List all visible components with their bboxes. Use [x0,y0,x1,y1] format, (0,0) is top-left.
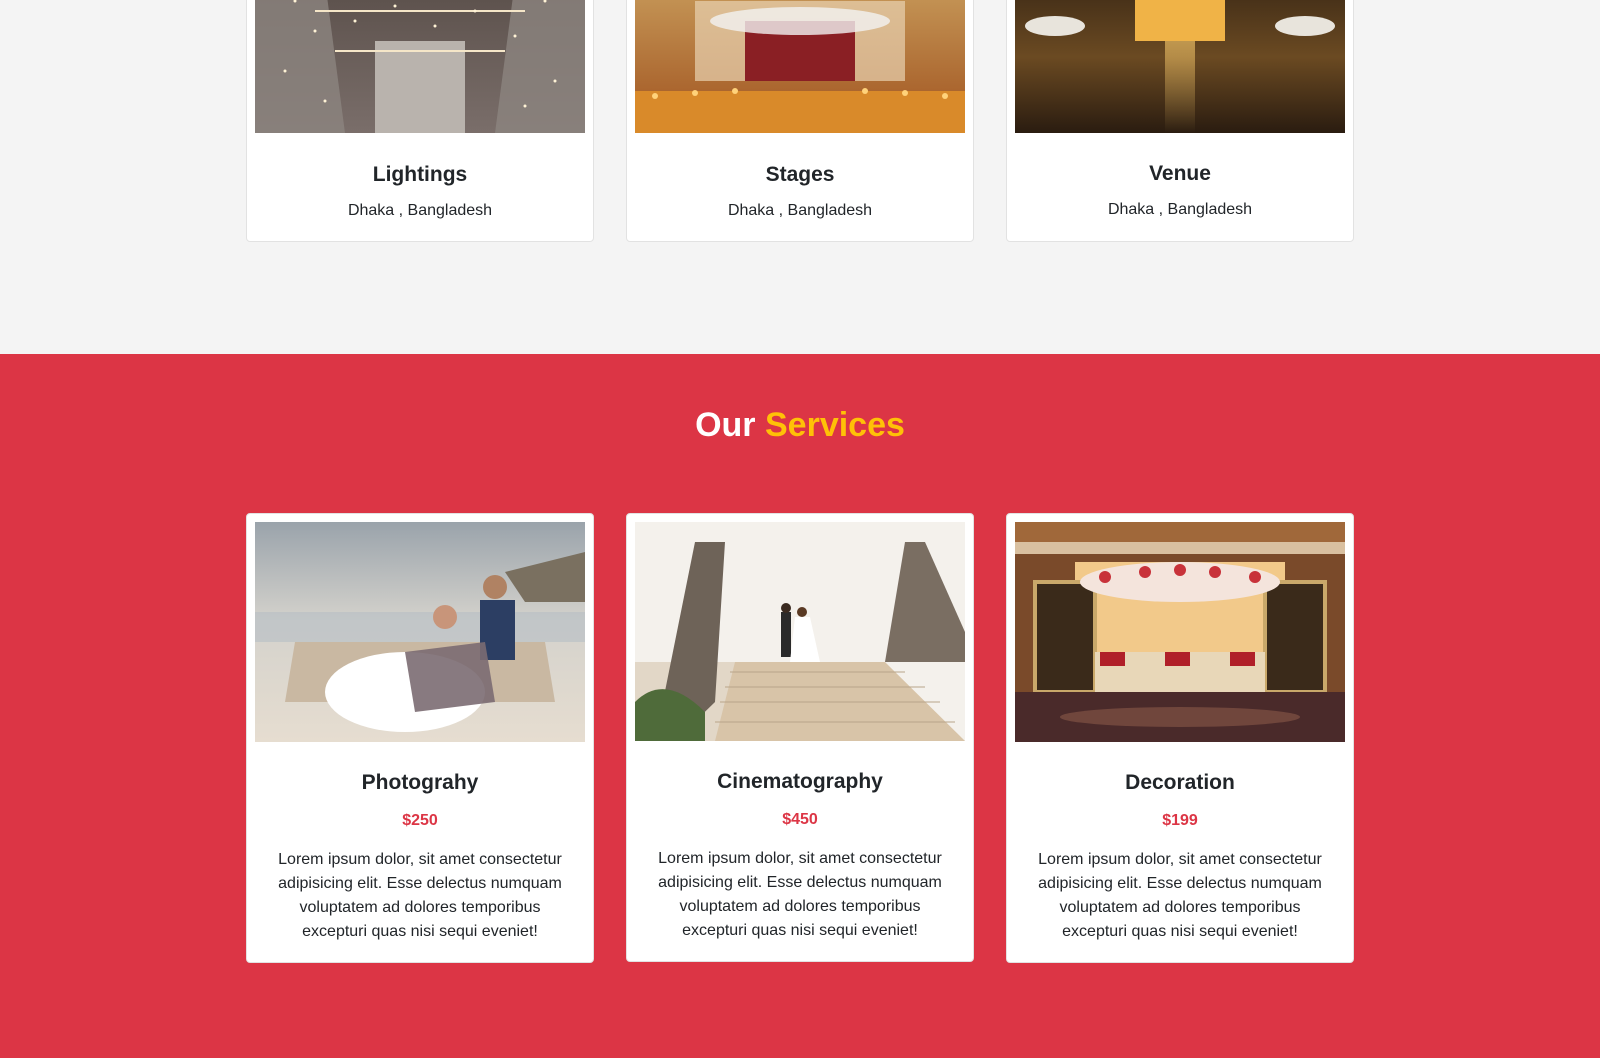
price-tag: $450 [782,811,818,828]
photography-image [255,522,585,742]
price-tag: $199 [1162,812,1198,829]
service-card-decoration[interactable]: Decoration $199 Lorem ipsum dolor, sit a… [1006,513,1354,963]
lightings-image [255,0,585,133]
section-heading: Our Services [0,406,1600,445]
venue-image [1015,0,1345,133]
service-card-cinematography[interactable]: Cinematography $450 Lorem ipsum dolor, s… [626,513,974,962]
card-title: Photograhy [361,771,479,794]
gallery-card-venue[interactable]: Venue Dhaka , Bangladesh [1006,0,1354,242]
service-description: Lorem ipsum dolor, sit amet consectetur … [658,850,942,939]
card-title: Venue [1149,162,1211,185]
price-tag: $250 [402,812,438,829]
gallery-section: Lightings Dhaka , Bangladesh Stages Dhak… [0,0,1600,354]
gallery-card-stages[interactable]: Stages Dhaka , Bangladesh [626,0,974,242]
heading-services: Services [765,406,905,444]
card-location: Dhaka , Bangladesh [347,202,493,219]
service-description: Lorem ipsum dolor, sit amet consectetur … [278,851,562,940]
stages-image [635,0,965,133]
card-location: Dhaka , Bangladesh [727,202,873,219]
service-card-photography[interactable]: Photograhy $250 Lorem ipsum dolor, sit a… [246,513,594,963]
card-title: Cinematography [717,770,883,793]
gallery-card-lightings[interactable]: Lightings Dhaka , Bangladesh [246,0,594,242]
service-description: Lorem ipsum dolor, sit amet consectetur … [1038,851,1322,940]
decoration-image [1015,522,1345,742]
services-section: Our Services Photograhy $250 Lorem ipsum… [0,354,1600,1058]
card-title: Lightings [372,163,468,186]
card-title: Stages [765,163,835,186]
heading-our: Our [695,406,756,444]
cinematography-image [635,522,965,741]
card-location: Dhaka , Bangladesh [1107,201,1253,218]
card-title: Decoration [1125,771,1235,794]
